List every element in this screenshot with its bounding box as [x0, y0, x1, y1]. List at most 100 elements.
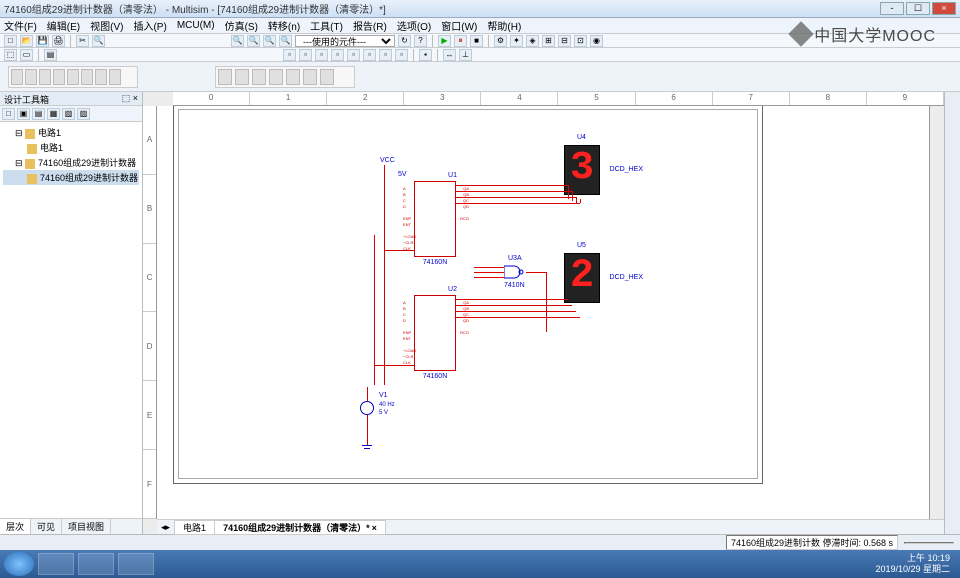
- wire[interactable]: [456, 305, 572, 306]
- maximize-button[interactable]: ☐: [906, 2, 930, 15]
- gate-item[interactable]: [320, 69, 334, 85]
- stamp-item[interactable]: [67, 69, 79, 85]
- ground-symbol[interactable]: [362, 445, 372, 453]
- tab-scroll-icon[interactable]: ◂▸: [161, 522, 170, 533]
- stamp-item[interactable]: [81, 69, 93, 85]
- gate-item[interactable]: [286, 69, 300, 85]
- design-tree[interactable]: ⊟ 电路1 电路1 ⊟ 74160组成29进制计数器（清零法） 74160组成2…: [0, 122, 142, 518]
- wire[interactable]: [568, 185, 569, 199]
- menu-mcu[interactable]: MCU(M): [177, 20, 215, 31]
- gate-item[interactable]: [303, 69, 317, 85]
- wire[interactable]: [367, 415, 368, 445]
- tool-icon[interactable]: ⚙: [494, 35, 507, 47]
- tree-tool-icon[interactable]: □: [2, 108, 15, 120]
- component-icon[interactable]: ⬚: [4, 49, 17, 61]
- display-u5[interactable]: U5 2 DCD_HEX: [564, 253, 600, 303]
- part-icon[interactable]: ▫: [299, 49, 312, 61]
- wire[interactable]: [456, 185, 568, 186]
- taskbar-icon[interactable]: [118, 553, 154, 575]
- tool-icon[interactable]: ◈: [526, 35, 539, 47]
- tree-node-selected[interactable]: 74160组成29进制计数器（清零法）: [3, 170, 139, 185]
- minimize-button[interactable]: -: [880, 2, 904, 15]
- wire[interactable]: [456, 311, 576, 312]
- zoom-out-icon[interactable]: 🔍: [247, 35, 260, 47]
- stamp-item[interactable]: [25, 69, 37, 85]
- system-tray[interactable]: 上午 10:19 2019/10/29 星期二: [875, 553, 956, 575]
- close-button[interactable]: ×: [932, 2, 956, 15]
- part-icon[interactable]: ▫: [347, 49, 360, 61]
- part-icon[interactable]: ↔: [443, 49, 456, 61]
- tree-tool-icon[interactable]: ▣: [17, 108, 30, 120]
- stamp-item[interactable]: [53, 69, 65, 85]
- tool-icon[interactable]: ⊞: [542, 35, 555, 47]
- tree-tool-icon[interactable]: ▦: [47, 108, 60, 120]
- save-icon[interactable]: 💾: [36, 35, 49, 47]
- gate-item[interactable]: [269, 69, 283, 85]
- part-icon[interactable]: ⊥: [459, 49, 472, 61]
- tree-tool-icon[interactable]: ▤: [32, 108, 45, 120]
- open-icon[interactable]: 📂: [20, 35, 33, 47]
- part-icon[interactable]: ▫: [283, 49, 296, 61]
- menu-report[interactable]: 报告(R): [353, 18, 387, 33]
- wire[interactable]: [456, 299, 568, 300]
- gate-item[interactable]: [252, 69, 266, 85]
- tab-hierarchy[interactable]: 层次: [0, 519, 31, 534]
- stamp-item[interactable]: [109, 69, 121, 85]
- stamp-item[interactable]: [39, 69, 51, 85]
- gate-item[interactable]: [235, 69, 249, 85]
- run-icon[interactable]: ▶: [438, 35, 451, 47]
- component-combo[interactable]: ---使用的元件---: [295, 35, 395, 47]
- sheet-tab-active[interactable]: 74160组成29进制计数器（清零法）*×: [214, 520, 386, 535]
- tab-project[interactable]: 项目视图: [62, 519, 111, 534]
- taskbar-icon[interactable]: [78, 553, 114, 575]
- stop-icon[interactable]: ■: [470, 35, 483, 47]
- component-u1[interactable]: U1 ABCDENPENT~LOAD~CLRCLK QAQBQCQDRCO 74…: [414, 181, 456, 257]
- menu-options[interactable]: 选项(O): [397, 18, 431, 33]
- refresh-icon[interactable]: ↻: [398, 35, 411, 47]
- wire[interactable]: [384, 250, 414, 251]
- menu-help[interactable]: 帮助(H): [487, 18, 521, 33]
- help-icon[interactable]: ?: [414, 35, 427, 47]
- close-tab-icon[interactable]: ×: [372, 523, 377, 533]
- menu-view[interactable]: 视图(V): [90, 18, 123, 33]
- wire[interactable]: [374, 365, 414, 366]
- wire[interactable]: [474, 272, 504, 273]
- vcc-label[interactable]: VCC: [380, 157, 395, 164]
- stamp-item[interactable]: [95, 69, 107, 85]
- zoom-fit-icon[interactable]: 🔍: [263, 35, 276, 47]
- display-u4[interactable]: U4 3 DCD_HEX: [564, 145, 600, 195]
- wire[interactable]: [576, 197, 577, 203]
- menu-simulate[interactable]: 仿真(S): [225, 18, 258, 33]
- wire[interactable]: [456, 203, 580, 204]
- part-icon[interactable]: ▪: [419, 49, 432, 61]
- stamp-item[interactable]: [11, 69, 23, 85]
- tree-node[interactable]: ⊟ 74160组成29进制计数器（清零法）: [3, 155, 139, 170]
- menu-window[interactable]: 窗口(W): [441, 18, 477, 33]
- source-v1[interactable]: V1 40 Hz 5 V: [360, 401, 374, 415]
- part-icon[interactable]: ▫: [331, 49, 344, 61]
- component-icon[interactable]: ▤: [44, 49, 57, 61]
- wire[interactable]: [384, 165, 385, 385]
- menu-insert[interactable]: 插入(P): [133, 18, 166, 33]
- part-icon[interactable]: ▫: [395, 49, 408, 61]
- tool-icon[interactable]: ⊟: [558, 35, 571, 47]
- pause-icon[interactable]: ⏸: [454, 35, 467, 47]
- component-u3[interactable]: U3A 7410N: [504, 265, 524, 279]
- wire[interactable]: [580, 199, 581, 203]
- component-icon[interactable]: ▭: [20, 49, 33, 61]
- panel-pin-icon[interactable]: ⬚ ×: [122, 93, 138, 104]
- wire[interactable]: [456, 191, 572, 192]
- wire[interactable]: [572, 191, 573, 201]
- tool-icon[interactable]: ◉: [590, 35, 603, 47]
- wire[interactable]: [474, 277, 504, 278]
- cut-icon[interactable]: ✂: [76, 35, 89, 47]
- start-button[interactable]: [4, 552, 34, 576]
- wire[interactable]: [374, 235, 375, 385]
- menu-file[interactable]: 文件(F): [4, 18, 37, 33]
- taskbar-icon[interactable]: [38, 553, 74, 575]
- wire[interactable]: [456, 317, 580, 318]
- tree-tool-icon[interactable]: ▧: [62, 108, 75, 120]
- zoom-in-icon[interactable]: 🔍: [231, 35, 244, 47]
- tree-node[interactable]: 电路1: [3, 140, 139, 155]
- menu-transfer[interactable]: 转移(n): [268, 18, 300, 33]
